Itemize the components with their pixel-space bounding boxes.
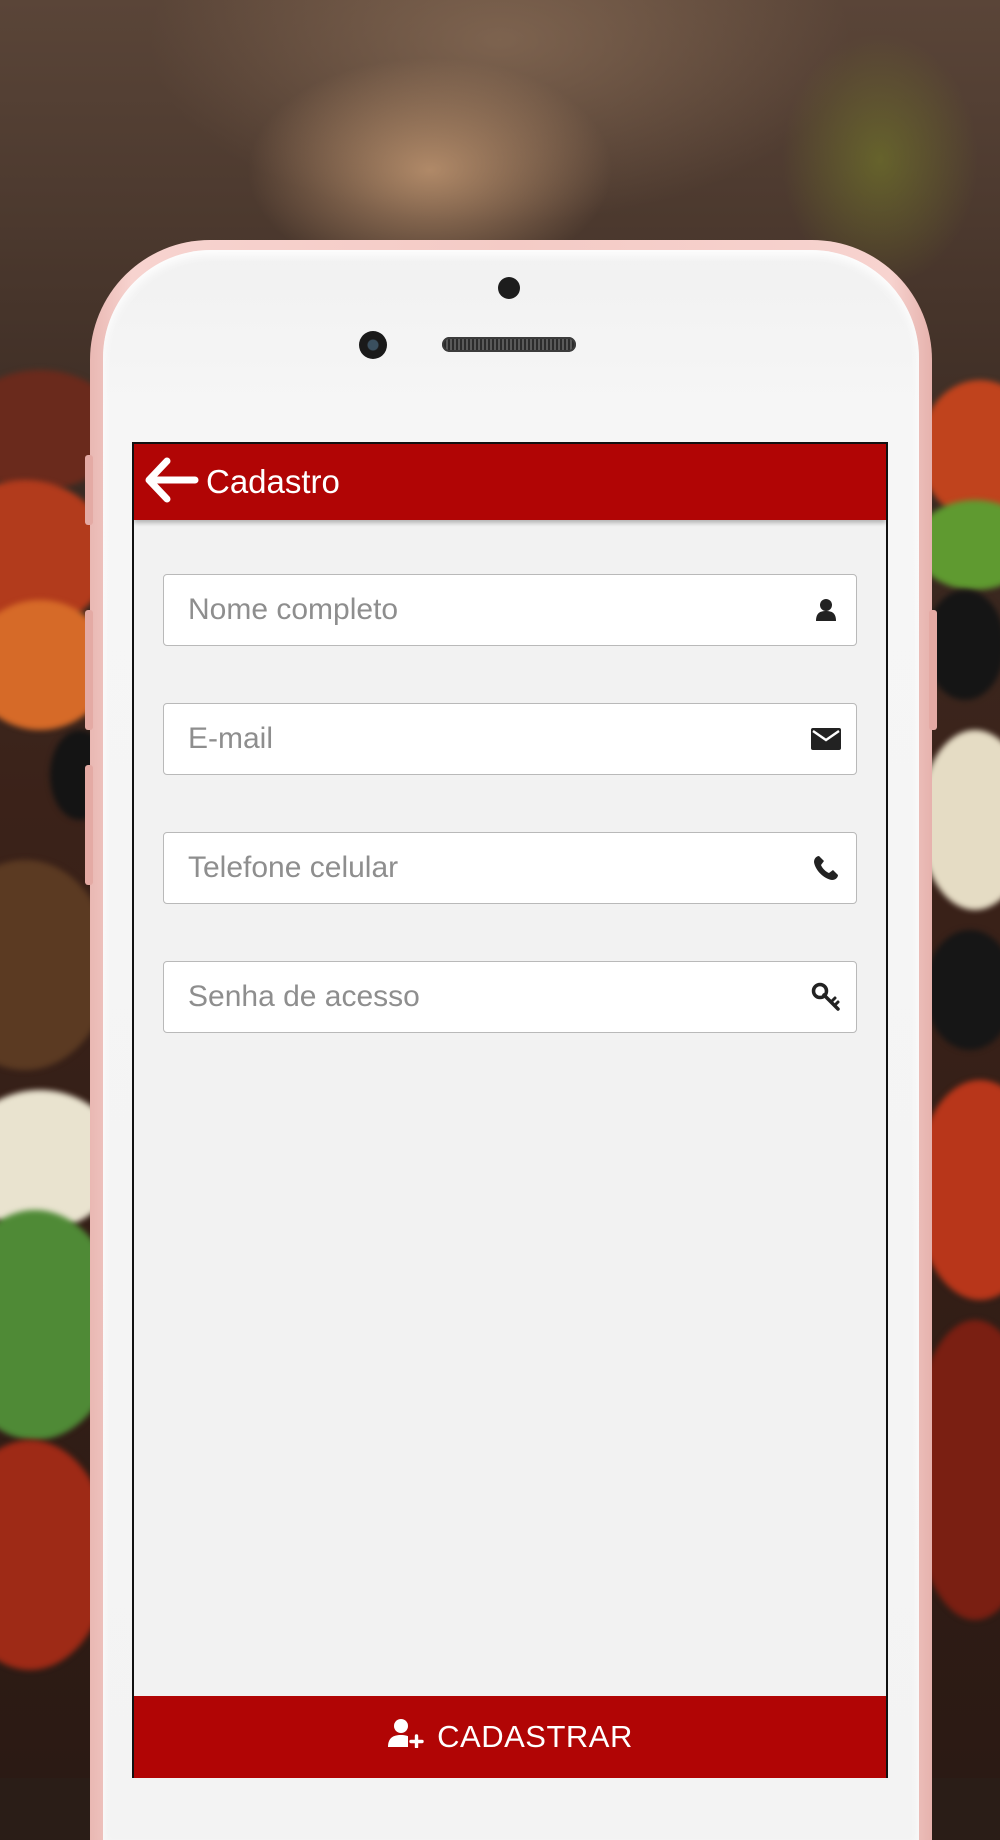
user-icon [796,575,856,645]
bg-food-blob [920,380,1000,520]
envelope-icon [796,704,856,774]
user-plus-icon [387,1718,427,1756]
full-name-field[interactable] [163,574,857,646]
email-input[interactable] [164,704,796,774]
register-button-label: CADASTRAR [437,1719,633,1754]
phone-side-button [85,610,93,730]
phone-icon [796,833,856,903]
full-name-input[interactable] [164,575,796,645]
front-camera [359,331,387,359]
key-icon [796,962,856,1032]
proximity-sensor [498,277,520,299]
phone-side-button [85,765,93,885]
page-title: Cadastro [206,463,340,500]
back-button[interactable] [138,444,204,520]
arrow-left-icon [143,457,199,507]
password-input[interactable] [164,962,796,1032]
password-field[interactable] [163,961,857,1033]
app-bar: Cadastro [134,444,886,520]
register-button[interactable]: CADASTRAR [134,1696,886,1778]
bg-cheese [920,730,1000,910]
phone-input[interactable] [164,833,796,903]
earpiece-speaker [442,337,576,352]
phone-side-button [85,455,93,525]
phone-field[interactable] [163,832,857,904]
phone-side-button [929,610,937,730]
bg-olive [925,930,1000,1050]
app-screen: Cadastro Nome completo E-mail Telefone c… [132,442,888,1778]
email-field[interactable] [163,703,857,775]
